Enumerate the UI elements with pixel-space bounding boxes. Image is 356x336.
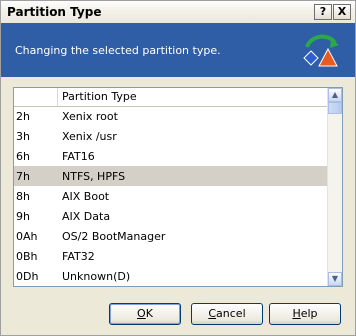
ok-label-rest: K [145, 307, 153, 320]
help-button[interactable]: Help [269, 303, 341, 325]
header-description: Changing the selected partition type. [15, 44, 221, 57]
partition-id: 2h [16, 110, 30, 123]
ok-mnemonic: O [137, 307, 146, 320]
partition-id: 9h [16, 210, 30, 223]
cancel-button[interactable]: Cancel [191, 303, 263, 325]
list-item[interactable]: 0Ah OS/2 BootManager [14, 226, 329, 246]
partition-type-name: OS/2 BootManager [62, 230, 166, 243]
partition-type-dialog: Partition Type ? X Changing the selected… [0, 0, 356, 336]
help-label-rest: elp [300, 307, 318, 320]
list-item[interactable]: 0Dh Unknown(D) [14, 266, 329, 286]
list-item[interactable]: 6h FAT16 [14, 146, 329, 166]
partition-type-name: FAT16 [62, 150, 95, 163]
list-item[interactable]: 0Bh FAT32 [14, 246, 329, 266]
cancel-mnemonic: C [208, 307, 217, 320]
partition-type-name: Unknown(D) [62, 270, 131, 283]
partition-id: 3h [16, 130, 30, 143]
partition-id: 8h [16, 190, 30, 203]
list-header: Partition Type [14, 88, 329, 107]
partition-type-name: Xenix /usr [62, 130, 117, 143]
close-icon[interactable]: X [333, 4, 351, 20]
partition-id: 7h [16, 170, 30, 183]
partition-type-name: FAT32 [62, 250, 95, 263]
vertical-scrollbar[interactable]: ▲ ▼ [327, 88, 342, 286]
list-item[interactable]: 2h Xenix root [14, 106, 329, 126]
partition-type-name: AIX Boot [62, 190, 110, 203]
partition-shapes-icon [303, 34, 339, 67]
header-banner: Changing the selected partition type. [1, 23, 355, 77]
list-rows: 2h Xenix root 3h Xenix /usr 6h FAT16 7h NTFS, H… [14, 106, 329, 286]
help-icon[interactable]: ? [314, 4, 332, 20]
scroll-up-icon[interactable]: ▲ [328, 88, 342, 102]
list-item[interactable]: 7h NTFS, HPFS [14, 166, 329, 186]
partition-id: 0Dh [16, 270, 39, 283]
partition-type-list[interactable]: Partition Type 2h Xenix root 3h Xenix /usr 6… [13, 87, 343, 287]
list-item[interactable]: 3h Xenix /usr [14, 126, 329, 146]
column-header-id[interactable] [14, 88, 58, 106]
partition-id: 6h [16, 150, 30, 163]
partition-type-name: AIX Data [62, 210, 111, 223]
column-header-partition-type[interactable]: Partition Type [62, 90, 137, 103]
partition-type-name: NTFS, HPFS [62, 170, 126, 183]
partition-id: 0Bh [16, 250, 38, 263]
title-bar[interactable]: Partition Type ? X [1, 1, 355, 24]
partition-type-name: Xenix root [62, 110, 118, 123]
partition-id: 0Ah [16, 230, 38, 243]
help-mnemonic: H [292, 307, 301, 320]
dialog-title: Partition Type [7, 5, 102, 19]
list-item[interactable]: 9h AIX Data [14, 206, 329, 226]
cancel-label-rest: ancel [216, 307, 246, 320]
list-item[interactable]: 8h AIX Boot [14, 186, 329, 206]
ok-button[interactable]: OK [109, 303, 181, 325]
scroll-down-icon[interactable]: ▼ [328, 272, 342, 286]
scroll-thumb[interactable] [328, 102, 342, 114]
